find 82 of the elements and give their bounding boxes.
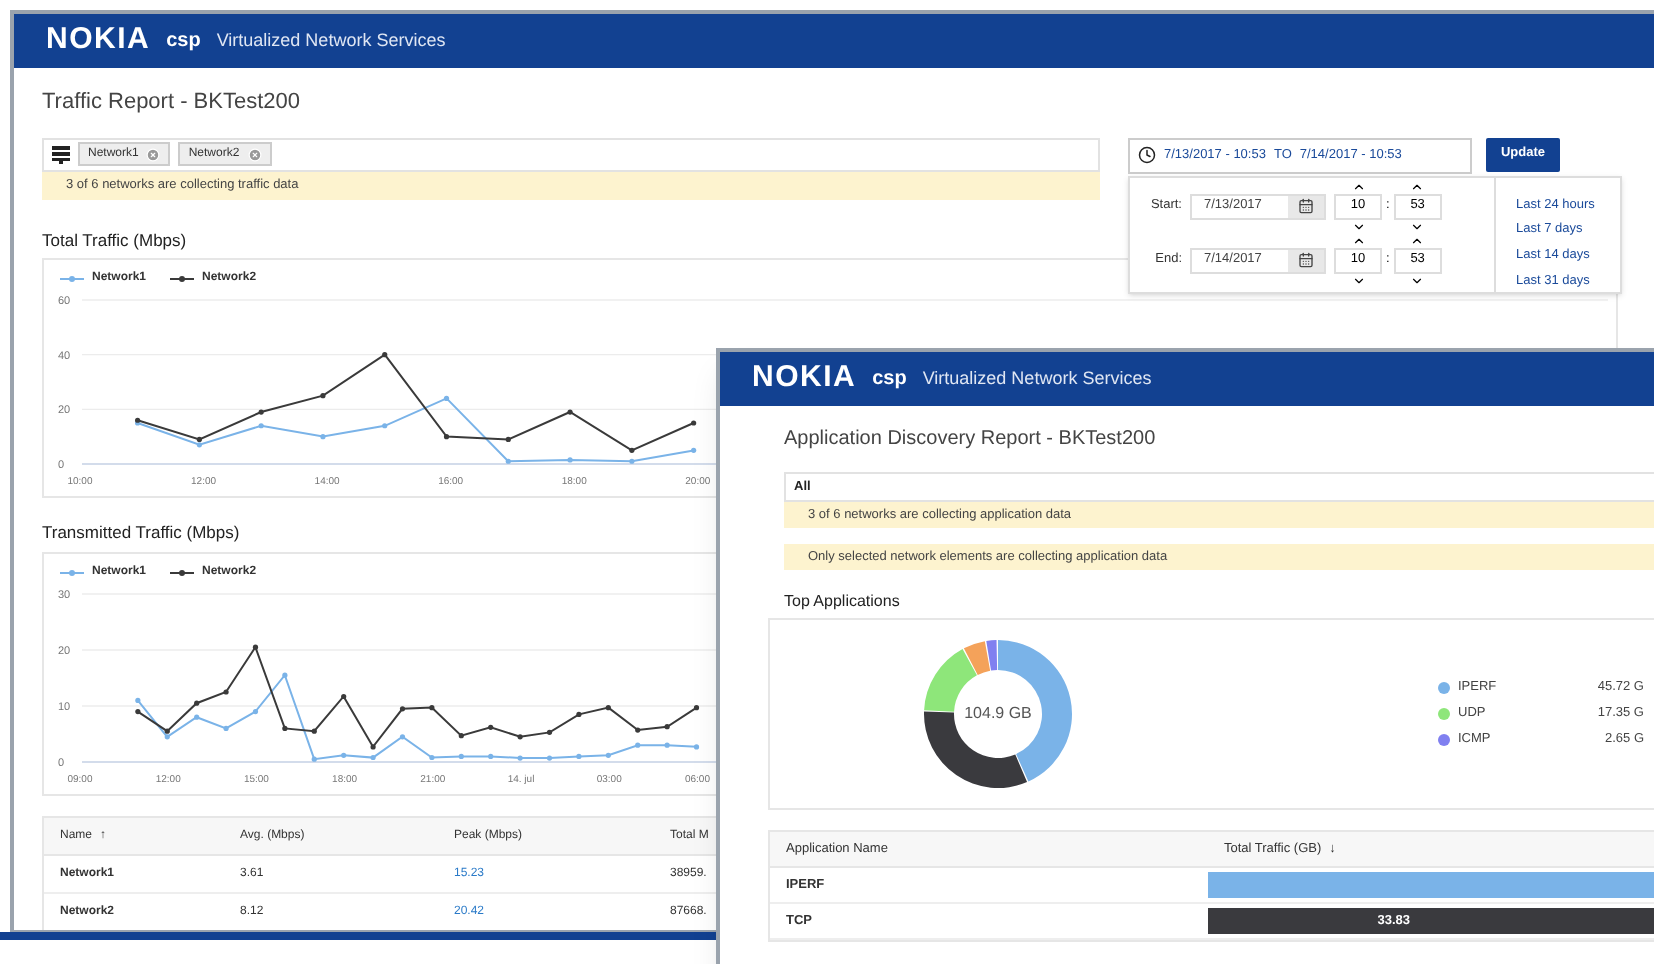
data-point xyxy=(382,423,388,429)
donut-total: 104.9 GB xyxy=(964,702,1032,726)
data-point xyxy=(258,423,264,429)
data-point xyxy=(488,724,494,730)
increment-icon[interactable] xyxy=(1410,179,1425,193)
data-point xyxy=(664,724,670,730)
brand-logo: NOKIA xyxy=(752,358,857,399)
page-title: Traffic Report - BKTest200 xyxy=(42,88,302,118)
data-point xyxy=(635,727,641,733)
app-title: Virtualized Network Services xyxy=(216,27,446,54)
product-name: csp xyxy=(166,28,201,56)
product-name: csp xyxy=(872,366,907,394)
data-point xyxy=(567,457,573,463)
data-point xyxy=(691,420,697,427)
data-point xyxy=(693,744,700,750)
data-point xyxy=(693,705,700,711)
data-point xyxy=(258,409,264,416)
data-point xyxy=(517,734,523,740)
data-point xyxy=(546,729,553,735)
data-point xyxy=(252,644,259,650)
section-heading: Top Applications xyxy=(784,590,902,614)
calendar-button[interactable] xyxy=(1288,195,1324,217)
data-point xyxy=(605,705,611,711)
data-point xyxy=(629,459,635,465)
data-point xyxy=(576,753,582,759)
decrement-icon[interactable] xyxy=(1351,273,1365,287)
data-point xyxy=(282,672,288,678)
data-point xyxy=(370,744,376,750)
data-point xyxy=(517,755,523,761)
data-point xyxy=(664,742,670,748)
increment-icon[interactable] xyxy=(1351,233,1365,247)
data-point xyxy=(458,733,464,739)
data-point xyxy=(223,725,229,731)
remove-chip-icon[interactable] xyxy=(247,147,262,161)
decrement-icon[interactable] xyxy=(1351,219,1365,233)
page-title: Application Discovery Report - BKTest200 xyxy=(784,426,1158,454)
data-point xyxy=(223,689,229,695)
section-heading: Total Traffic (Mbps) xyxy=(42,227,187,253)
data-point xyxy=(605,752,611,758)
data-point xyxy=(341,693,347,700)
data-point xyxy=(282,725,288,731)
data-point xyxy=(546,755,553,761)
brand-logo: NOKIA xyxy=(46,20,151,61)
data-point xyxy=(399,706,406,712)
data-point xyxy=(458,753,464,759)
calendar-button[interactable] xyxy=(1288,249,1324,271)
data-point xyxy=(320,434,326,440)
data-point xyxy=(629,448,635,454)
data-point xyxy=(576,711,582,717)
data-point xyxy=(370,754,376,761)
clock-icon xyxy=(1138,146,1156,164)
data-point xyxy=(635,742,641,748)
data-point xyxy=(429,705,435,711)
app-title: Virtualized Network Services xyxy=(922,365,1152,392)
data-point xyxy=(443,434,450,440)
data-point xyxy=(691,448,697,454)
data-point xyxy=(194,714,200,720)
data-point xyxy=(488,753,494,759)
data-point xyxy=(505,437,511,443)
calendar-icon xyxy=(1298,198,1314,214)
data-point xyxy=(567,409,573,416)
remove-chip-icon[interactable] xyxy=(146,147,161,161)
data-point xyxy=(341,752,347,758)
data-point xyxy=(382,352,388,358)
server-icon xyxy=(52,145,70,163)
decrement-icon[interactable] xyxy=(1410,219,1425,233)
section-heading: Transmitted Traffic (Mbps) xyxy=(42,520,240,546)
data-point xyxy=(135,697,141,703)
data-point xyxy=(194,700,200,706)
data-point xyxy=(252,709,259,715)
data-point xyxy=(311,756,317,762)
data-point xyxy=(443,396,450,402)
data-point xyxy=(311,728,317,734)
data-point xyxy=(320,393,326,399)
increment-icon[interactable] xyxy=(1351,179,1365,193)
data-point xyxy=(429,754,435,761)
increment-icon[interactable] xyxy=(1410,233,1425,247)
calendar-icon xyxy=(1298,252,1314,268)
decrement-icon[interactable] xyxy=(1410,273,1425,287)
data-point xyxy=(135,709,141,715)
data-point xyxy=(505,459,511,465)
data-point xyxy=(399,734,406,740)
